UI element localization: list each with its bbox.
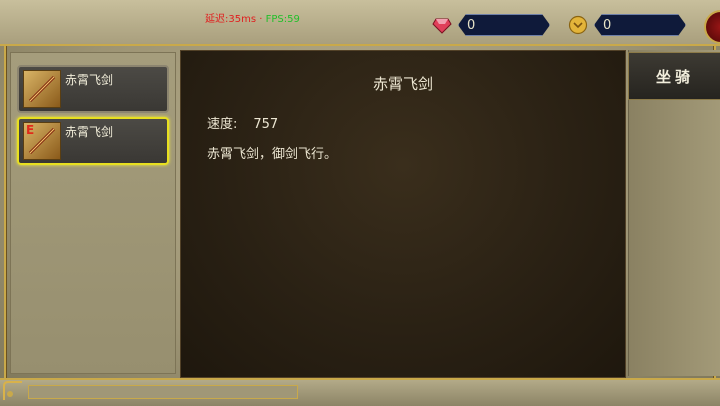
gem-counter: 0 xyxy=(432,14,550,36)
red-gem-icon xyxy=(432,18,452,34)
item-detail-panel: 赤霄飞剑 速度: 757 赤霄飞剑，御剑飞行。 xyxy=(180,50,626,378)
stats-separator: · xyxy=(259,14,263,25)
item-name: 赤霄飞剑 xyxy=(65,125,114,139)
gold-count: 0 xyxy=(594,14,686,36)
detail-title: 赤霄飞剑 xyxy=(372,75,433,93)
gold-counter: 0 xyxy=(568,14,686,36)
item-description: 赤霄飞剑，御剑飞行。 xyxy=(207,147,338,162)
corner-ornament-icon xyxy=(3,381,22,400)
gold-coin-icon xyxy=(568,15,588,35)
bottom-bar xyxy=(0,378,720,406)
close-button[interactable] xyxy=(704,10,720,44)
gem-count: 0 xyxy=(458,14,550,36)
ping-text: 延迟:35ms xyxy=(205,14,257,25)
bottom-input-slot xyxy=(28,385,298,399)
item-list-panel: 赤霄飞剑 E 赤霄飞剑 xyxy=(10,52,176,374)
item-name: 赤霄飞剑 xyxy=(65,73,114,87)
tab-mount[interactable]: 坐骑 xyxy=(628,52,720,100)
list-item[interactable]: 赤霄飞剑 xyxy=(17,65,169,113)
performance-stats: 延迟:35ms · FPS:59 xyxy=(205,10,300,25)
list-item-selected[interactable]: E 赤霄飞剑 xyxy=(17,117,169,165)
equipped-badge: E xyxy=(26,123,35,137)
flying-sword-icon xyxy=(23,70,61,108)
fps-text: FPS:59 xyxy=(265,14,300,25)
top-bar: 延迟:35ms · FPS:59 0 0 xyxy=(0,0,720,46)
speed-value: 757 xyxy=(253,117,279,132)
speed-attribute: 速度: 757 xyxy=(207,113,278,132)
speed-label: 速度: xyxy=(207,117,238,132)
